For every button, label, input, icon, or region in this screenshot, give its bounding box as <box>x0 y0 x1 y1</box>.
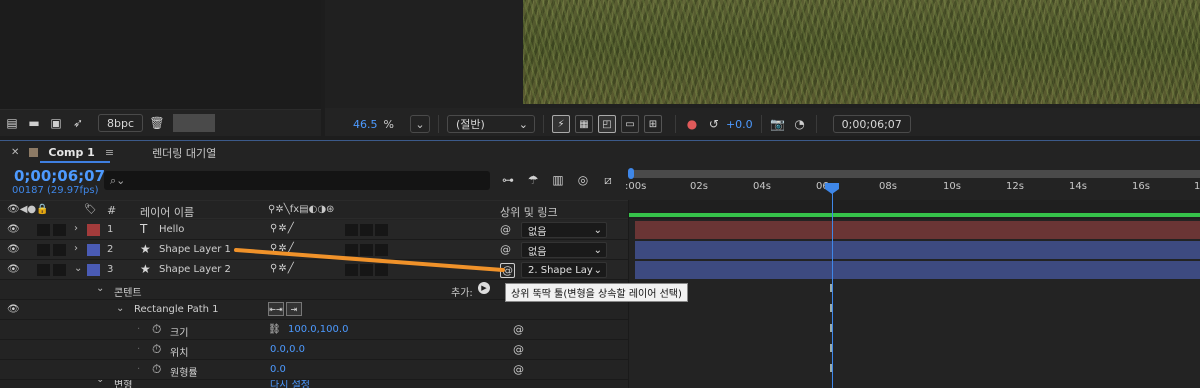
pickwhip-drag-line-stroke <box>234 248 505 272</box>
parent-pickwhip-tooltip: 상위 뚝딱 툴(변형을 상속할 레이어 선택) <box>505 283 688 302</box>
pickwhip-drag-line <box>234 248 505 272</box>
